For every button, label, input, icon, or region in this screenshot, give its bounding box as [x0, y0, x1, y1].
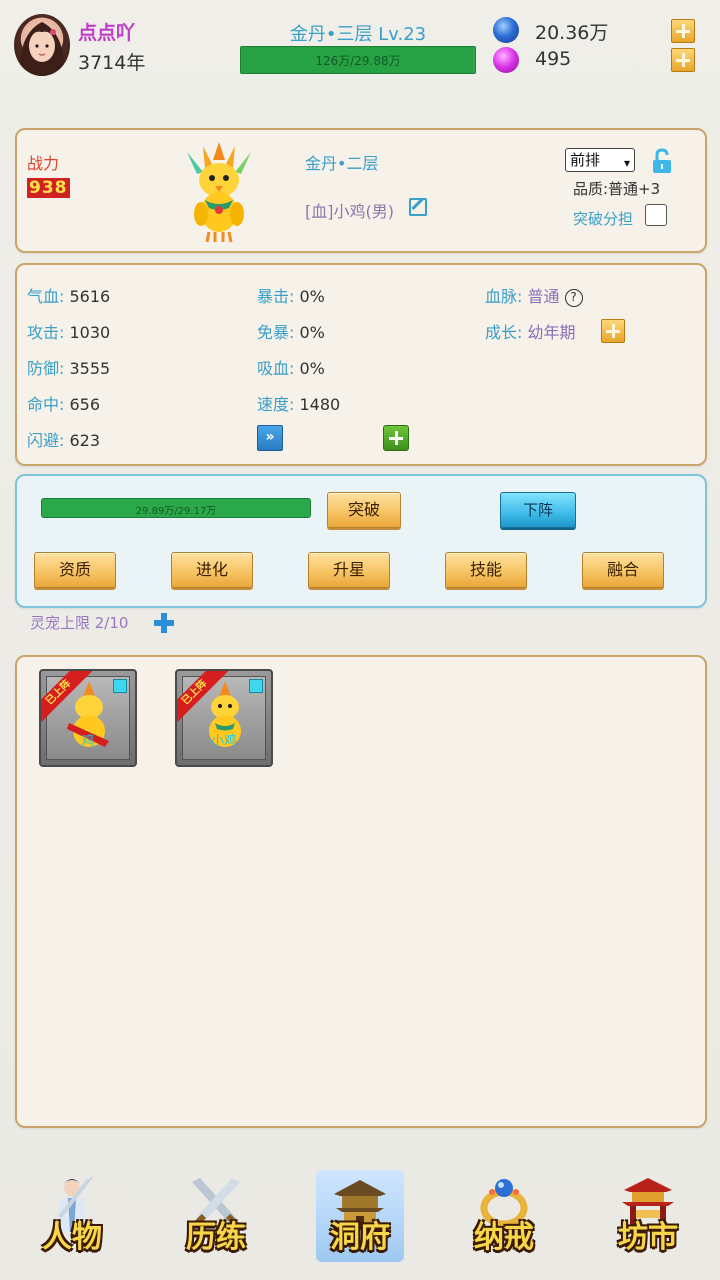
nav-training-label: 历练: [186, 1220, 246, 1255]
stat-growth: 成长: 幼年期: [485, 319, 576, 343]
realm-progress-text: 126万/29.88万: [315, 54, 401, 68]
player-age: 3714年: [78, 52, 146, 74]
growth-plus-button[interactable]: [601, 319, 625, 343]
stat-dodge: 闪避: 623: [27, 427, 100, 451]
pet-type-tag: [249, 679, 263, 693]
aptitude-button[interactable]: 资质: [34, 552, 116, 588]
nav-character-label: 人物: [42, 1220, 102, 1255]
stat-growth-value: 幼年期: [527, 323, 576, 342]
realm-progress-bar: 126万/29.88万: [240, 46, 476, 74]
expand-stats-icon[interactable]: »: [257, 425, 283, 451]
realm-level: 金丹•三层 Lv.23: [289, 24, 427, 45]
fuse-button[interactable]: 融合: [582, 552, 664, 588]
stat-speed: 速度: 1480: [257, 391, 340, 415]
bottom-navigation: 人物 历练 洞府 纳戒 坊市: [0, 1150, 720, 1280]
combat-power-label: 战力: [27, 154, 60, 173]
stat-bloodline-value: 普通: [527, 287, 560, 306]
unlock-icon[interactable]: [651, 148, 673, 174]
nav-ring-label: 纳戒: [474, 1220, 534, 1255]
stat-hit-label: 命中:: [27, 395, 65, 414]
stat-hp-label: 气血:: [27, 287, 65, 306]
stat-hp: 气血: 5616: [27, 283, 110, 307]
stat-attack: 攻击: 1030: [27, 319, 110, 343]
nav-character[interactable]: 人物: [28, 1170, 116, 1262]
stat-attack-label: 攻击:: [27, 323, 65, 342]
skill-button[interactable]: 技能: [445, 552, 527, 588]
nav-cave-label: 洞府: [330, 1220, 390, 1255]
pet-list-panel: 已上阵 鸡 已上阵 小鸡: [15, 655, 707, 1128]
star-up-button[interactable]: 升星: [308, 552, 390, 588]
pet-realm: 金丹•二层: [305, 154, 379, 173]
spirit-stone-value: 20.36万: [535, 22, 609, 44]
breakthrough-share-label: 突破分担: [573, 210, 634, 228]
stat-hit: 命中: 656: [27, 391, 100, 415]
gem-value: 495: [535, 48, 572, 70]
position-select-value: 前排: [570, 151, 601, 169]
stat-bloodline-label: 血脉:: [485, 287, 523, 306]
nav-cave[interactable]: 洞府: [316, 1170, 404, 1262]
stat-lifesteal: 吸血: 0%: [257, 355, 325, 379]
stat-attack-value: 1030: [69, 323, 111, 342]
stat-anticrit-label: 免暴:: [257, 323, 295, 342]
chevron-down-icon: ▾: [623, 156, 630, 170]
nav-ring[interactable]: 纳戒: [460, 1170, 548, 1262]
add-stat-button[interactable]: [383, 425, 409, 451]
pet-card[interactable]: 已上阵 小鸡: [175, 669, 273, 767]
spirit-stone-icon: [493, 17, 519, 43]
pet-card[interactable]: 已上阵 鸡: [39, 669, 137, 767]
player-avatar[interactable]: [14, 14, 70, 76]
stat-lifesteal-label: 吸血:: [257, 359, 295, 378]
stat-crit-value: 0%: [299, 287, 325, 306]
stat-crit-label: 暴击:: [257, 287, 295, 306]
edit-name-icon[interactable]: [409, 198, 427, 216]
position-select[interactable]: 前排 ▾: [565, 148, 635, 172]
add-spirit-stone-button[interactable]: [671, 19, 695, 43]
add-gem-button[interactable]: [671, 48, 695, 72]
stat-anticrit: 免暴: 0%: [257, 319, 325, 343]
stat-defense-label: 防御:: [27, 359, 65, 378]
stat-defense: 防御: 3555: [27, 355, 110, 379]
pet-type-tag: [113, 679, 127, 693]
pet-info-panel: 战力 938 金丹•二层 [血]小鸡(男) 前排 ▾ 品质:普通+3 突破分担: [15, 128, 707, 253]
stat-speed-label: 速度:: [257, 395, 295, 414]
pet-card-name: 鸡: [81, 734, 95, 749]
stat-growth-label: 成长:: [485, 323, 523, 342]
pet-exp-bar: 29.89万/29.17万: [41, 498, 311, 518]
player-name: 点点吖: [78, 22, 136, 44]
stat-lifesteal-value: 0%: [299, 359, 325, 378]
stat-speed-value: 1480: [299, 395, 341, 414]
help-icon[interactable]: ?: [564, 289, 583, 307]
pet-action-panel: 29.89万/29.17万 突破 下阵 资质 进化 升星 技能 融合: [15, 474, 707, 608]
nav-market[interactable]: 坊市: [604, 1170, 692, 1262]
combat-power-value: 938: [27, 178, 70, 198]
pet-stats-panel: 气血: 5616 攻击: 1030 防御: 3555 命中: 656 闪避: 6…: [15, 263, 707, 466]
stat-hit-value: 656: [69, 395, 101, 414]
unequip-button[interactable]: 下阵: [500, 492, 576, 528]
pet-chick-sprite: [187, 142, 251, 243]
nav-training[interactable]: 历练: [172, 1170, 260, 1262]
stat-defense-value: 3555: [69, 359, 111, 378]
pet-exp-text: 29.89万/29.17万: [135, 506, 217, 517]
breakthrough-share-checkbox[interactable]: [645, 204, 667, 226]
pet-capacity: 灵宠上限 2/10: [30, 614, 129, 632]
top-status-bar: 点点吖 3714年 金丹•三层 Lv.23 126万/29.88万 20.36万…: [0, 0, 720, 100]
stat-dodge-label: 闪避:: [27, 431, 65, 450]
stat-crit: 暴击: 0%: [257, 283, 325, 307]
pet-card-name: 小鸡: [210, 734, 237, 749]
pet-quality: 品质:普通+3: [573, 180, 661, 198]
stat-hp-value: 5616: [69, 287, 111, 306]
gem-icon: [493, 47, 519, 73]
pet-name: [血]小鸡(男): [305, 202, 394, 221]
nav-market-label: 坊市: [618, 1220, 678, 1255]
stat-bloodline: 血脉: 普通 ?: [485, 283, 583, 307]
evolve-button[interactable]: 进化: [171, 552, 253, 588]
add-capacity-icon[interactable]: [152, 611, 176, 635]
breakthrough-button[interactable]: 突破: [327, 492, 401, 528]
stat-anticrit-value: 0%: [299, 323, 325, 342]
stat-dodge-value: 623: [69, 431, 101, 450]
